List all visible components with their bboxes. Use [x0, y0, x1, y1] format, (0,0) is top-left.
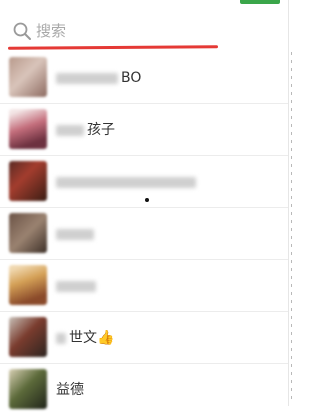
avatar — [9, 213, 47, 253]
redacted-text — [56, 228, 94, 240]
scrollbar[interactable] — [289, 52, 294, 402]
contact-item[interactable]: 益德 — [0, 364, 288, 415]
touch-indicator-dot — [145, 198, 149, 202]
contact-name: BO — [56, 69, 141, 87]
avatar — [9, 57, 47, 97]
contact-name-visible: 益德 — [56, 382, 84, 398]
avatar — [9, 369, 47, 409]
contact-name-visible: 世文 — [69, 330, 97, 346]
top-accent-bar — [240, 0, 280, 4]
contact-name — [56, 225, 97, 243]
thumbs-up-emoji-icon: 👍 — [97, 330, 115, 346]
contact-item[interactable] — [0, 208, 288, 260]
search-bar[interactable] — [7, 12, 280, 50]
redacted-text — [56, 124, 84, 136]
contact-item[interactable]: 孩子 — [0, 104, 288, 156]
avatar — [9, 265, 47, 305]
redacted-text — [56, 72, 118, 84]
contact-name: 孩子 — [56, 121, 115, 139]
avatar — [9, 109, 47, 149]
contact-name-visible: BO — [121, 70, 142, 86]
avatar — [9, 161, 47, 201]
contact-picker-panel: BO 孩子 — [0, 0, 289, 409]
contact-name — [56, 277, 99, 295]
redacted-text — [56, 332, 66, 344]
avatar — [9, 317, 47, 357]
search-icon — [13, 22, 31, 40]
contact-name-visible: 孩子 — [87, 122, 115, 138]
contact-name — [56, 173, 199, 191]
contact-item[interactable]: BO — [0, 52, 288, 104]
contact-item[interactable]: 世文👍 — [0, 312, 288, 364]
search-input[interactable] — [36, 19, 266, 43]
search-underline — [7, 45, 219, 50]
contact-name: 益德 — [56, 381, 84, 399]
redacted-text — [56, 176, 196, 188]
contact-name: 世文👍 — [56, 329, 114, 347]
redacted-text — [56, 280, 96, 292]
contact-item[interactable] — [0, 260, 288, 312]
contact-list: BO 孩子 世文👍 益德 — [0, 52, 288, 415]
contact-item[interactable] — [0, 156, 288, 208]
